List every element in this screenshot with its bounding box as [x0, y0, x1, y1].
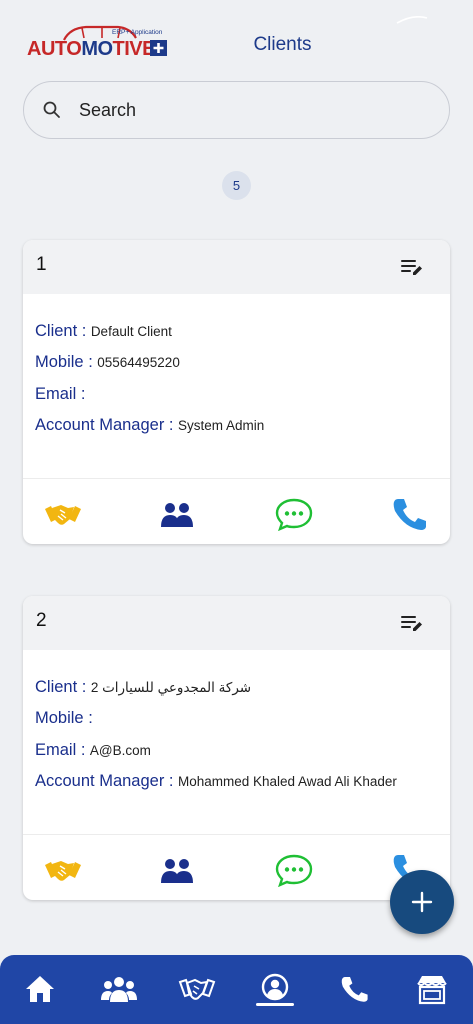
chat-icon[interactable]	[274, 853, 314, 887]
home-icon	[26, 976, 54, 1002]
chat-icon[interactable]	[274, 497, 314, 531]
edit-list-icon[interactable]	[400, 255, 424, 279]
mobile-value: 05564495220	[97, 355, 180, 371]
card-number: 2	[36, 610, 47, 631]
search-bar[interactable]	[23, 81, 450, 139]
email-row: Email :	[35, 384, 86, 403]
nav-deals[interactable]	[177, 967, 217, 1011]
app-header: ERP+ Application AUTOMOTIVE Clients	[0, 0, 473, 80]
people-icon[interactable]	[157, 853, 197, 887]
search-icon	[43, 101, 60, 118]
client-row: Client : Default Client	[35, 322, 172, 340]
handshake-icon[interactable]	[43, 853, 83, 887]
people-icon[interactable]	[157, 497, 197, 531]
profile-icon	[261, 973, 289, 1001]
client-row: Client : شركة المجدوعي للسيارات 2	[35, 678, 252, 696]
add-client-button[interactable]	[390, 870, 454, 934]
client-name: Default Client	[90, 324, 172, 339]
client-card[interactable]: 2 Client : شركة المجدوعي للسيارات 2 Mobi…	[23, 596, 450, 900]
active-tab-indicator	[256, 1003, 294, 1006]
mobile-row: Mobile : 05564495220	[35, 353, 180, 372]
mobile-row: Mobile :	[35, 709, 93, 728]
users-icon	[101, 977, 137, 1002]
email-value: A@B.com	[89, 742, 151, 758]
edit-list-icon[interactable]	[400, 611, 424, 635]
account-manager-row: Account Manager : System Admin	[35, 415, 265, 434]
client-name: شركة المجدوعي للسيارات 2	[90, 680, 252, 695]
card-details: Client : Default Client Mobile : 0556449…	[23, 294, 450, 478]
phone-icon	[341, 977, 368, 1002]
card-actions	[23, 834, 450, 900]
phone-icon[interactable]	[389, 497, 429, 531]
card-header: 1	[23, 240, 450, 294]
nav-calls[interactable]	[334, 967, 374, 1011]
email-row: Email : A@B.com	[35, 740, 151, 759]
account-manager-row: Account Manager : Mohammed Khaled Awad A…	[35, 771, 397, 790]
card-number: 1	[36, 254, 47, 275]
handshake-icon[interactable]	[43, 497, 83, 531]
decorative-swoosh-icon	[396, 16, 428, 24]
card-header: 2	[23, 596, 450, 650]
results-count-badge: 5	[222, 171, 251, 200]
search-input[interactable]	[79, 96, 419, 124]
plus-icon	[411, 891, 433, 913]
account-manager-value: System Admin	[177, 417, 265, 433]
page-title: Clients	[253, 34, 312, 55]
store-icon	[417, 976, 447, 1005]
card-details: Client : شركة المجدوعي للسيارات 2 Mobile…	[23, 650, 450, 834]
client-card[interactable]: 1 Client : Default Client Mobile : 05564…	[23, 240, 450, 544]
nav-home[interactable]	[20, 967, 60, 1011]
account-manager-value: Mohammed Khaled Awad Ali Khader	[177, 773, 397, 789]
card-actions	[23, 478, 450, 544]
nav-clients[interactable]	[99, 967, 139, 1011]
bottom-navigation	[0, 955, 473, 1024]
nav-store[interactable]	[412, 967, 452, 1011]
deals-icon	[178, 978, 216, 1000]
